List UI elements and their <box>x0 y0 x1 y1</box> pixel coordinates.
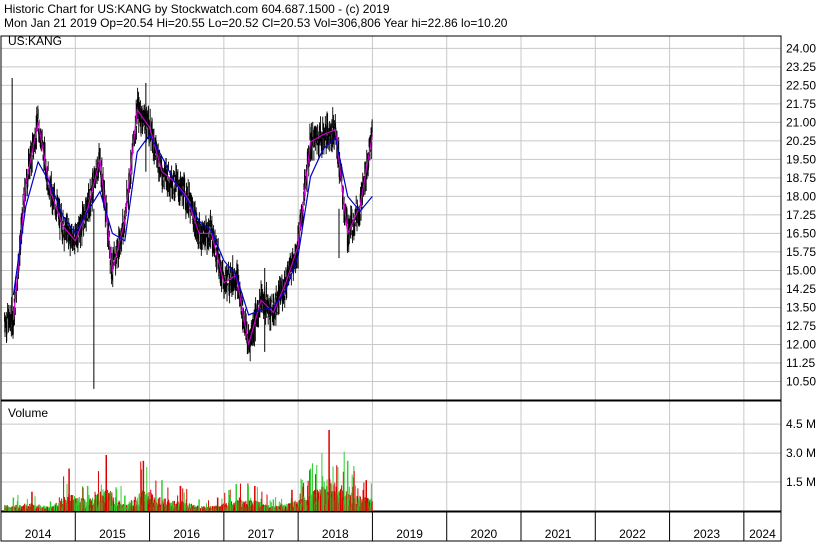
chart: US:KANG Volume 24.00 23.25 22.50 21.75 21.00… <box>0 34 816 542</box>
price-tick-label: 14.25 <box>786 282 816 296</box>
year-label: 2014 <box>25 527 52 541</box>
price-tick-label: 19.50 <box>786 152 816 166</box>
price-tick-label: 17.25 <box>786 208 816 222</box>
price-tick-label: 16.50 <box>786 226 816 240</box>
price-tick-label: 10.50 <box>786 374 816 388</box>
price-tick-label: 11.25 <box>786 356 815 370</box>
price-tick-label: 18.00 <box>786 189 816 203</box>
year-label: 2020 <box>471 527 498 541</box>
volume-panel-frame <box>0 400 782 512</box>
price-tick-label: 12.75 <box>786 319 816 333</box>
year-label: 2024 <box>749 527 776 541</box>
x-axis-ticks: 2014 2015 2016 2017 2018 2019 2020 2021 2022 2023… <box>0 512 776 541</box>
price-panel-frame <box>0 35 782 401</box>
year-label: 2022 <box>619 527 646 541</box>
price-tick-label: 13.50 <box>786 300 816 314</box>
price-tick-label: 15.75 <box>786 245 816 259</box>
price-tick-label: 21.75 <box>786 97 816 111</box>
price-tick-label: 12.00 <box>786 337 816 351</box>
price-tick-label: 22.50 <box>786 78 816 92</box>
volume-tick-label: 1.5 M <box>786 475 816 489</box>
year-label: 2015 <box>99 527 126 541</box>
year-label: 2016 <box>173 527 200 541</box>
volume-bars <box>3 429 373 511</box>
volume-tick-label: 4.5 M <box>786 417 816 431</box>
price-tick-label: 20.25 <box>786 134 816 148</box>
year-label: 2017 <box>248 527 275 541</box>
volume-tick-label: 3.0 M <box>786 446 816 460</box>
year-label: 2018 <box>322 527 349 541</box>
y-axis-ticks: 24.00 23.25 22.50 21.75 21.00 20.25 19.50 18.75… <box>786 41 816 489</box>
year-label: 2021 <box>545 527 572 541</box>
year-label: 2023 <box>693 527 720 541</box>
price-tick-label: 23.25 <box>786 60 816 74</box>
price-panel-label: US:KANG <box>8 34 62 48</box>
volume-panel-label: Volume <box>8 406 48 420</box>
year-label: 2019 <box>396 527 423 541</box>
price-tick-label: 15.00 <box>786 263 816 277</box>
price-tick-label: 21.00 <box>786 115 816 129</box>
grid <box>0 36 781 511</box>
price-tick-label: 18.75 <box>786 171 816 185</box>
price-tick-label: 24.00 <box>786 41 816 55</box>
